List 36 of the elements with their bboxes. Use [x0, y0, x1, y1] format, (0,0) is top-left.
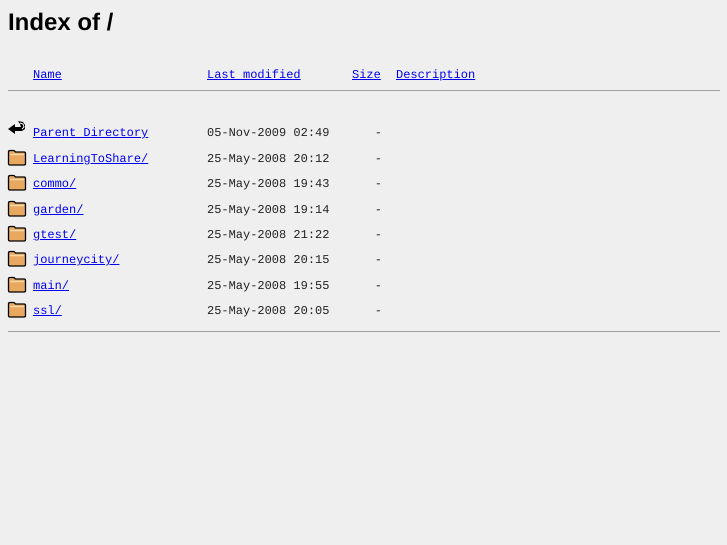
modified-date: 25-May-2008 21:22: [207, 228, 330, 242]
modified-date: 05-Nov-2009 02:49: [207, 126, 330, 140]
directory-link[interactable]: garden/: [33, 202, 84, 217]
file-size: -: [374, 202, 382, 217]
description-column-link[interactable]: Description: [396, 68, 476, 82]
file-size: -: [374, 278, 382, 293]
size-column-link[interactable]: Size: [352, 68, 381, 82]
page-title: Index of /: [7, 8, 114, 38]
file-size: -: [374, 152, 382, 166]
directory-link[interactable]: journeycity/: [33, 253, 120, 268]
modified-column-link[interactable]: Last modified: [207, 68, 301, 82]
modified-date: 25-May-2008 20:15: [207, 253, 330, 268]
directory-link[interactable]: gtest/: [33, 228, 76, 242]
modified-date: 25-May-2008 20:05: [207, 304, 330, 318]
file-size: -: [374, 177, 382, 192]
modified-date: 25-May-2008 20:12: [207, 152, 330, 166]
directory-link[interactable]: LearningToShare/: [33, 152, 148, 166]
folder-icon: [7, 174, 27, 192]
folder-icon: [7, 148, 27, 166]
directory-link[interactable]: main/: [33, 278, 70, 293]
directory-link[interactable]: ssl/: [33, 304, 62, 318]
folder-icon: [7, 200, 27, 217]
modified-date: 25-May-2008 19:55: [207, 278, 330, 293]
folder-icon: [7, 301, 27, 318]
modified-date: 25-May-2008 19:43: [207, 177, 330, 192]
file-size: -: [374, 304, 382, 318]
file-size: -: [374, 253, 382, 268]
modified-date: 25-May-2008 19:14: [207, 202, 330, 217]
folder-icon: [7, 224, 27, 242]
folder-icon: [7, 276, 27, 293]
directory-link[interactable]: Parent Directory: [33, 126, 148, 140]
directory-link[interactable]: commo/: [33, 177, 76, 192]
folder-icon: [7, 250, 27, 268]
name-column-link[interactable]: Name: [33, 68, 62, 82]
file-size: -: [374, 126, 382, 140]
file-size: -: [374, 228, 382, 242]
